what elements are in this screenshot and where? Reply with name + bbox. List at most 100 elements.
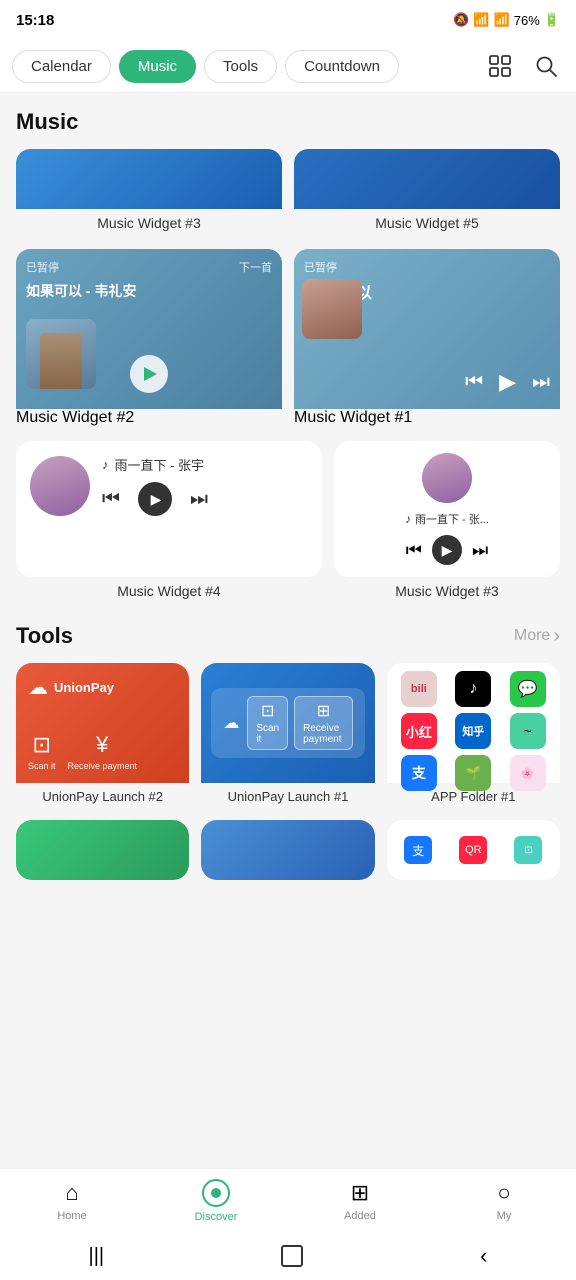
music-widget-3-top[interactable]: Music Widget #3 [16,149,282,235]
widget2-label: Music Widget #2 [16,409,282,427]
music-note-icon-w3: ♪ [405,512,411,526]
app-xiaohongshu: 小红 [401,713,437,749]
unionpay-launch-2[interactable]: ☁ UnionPay ⊡ Scan it ¥ Receive payment U… [16,663,189,808]
unionpay-launch-1[interactable]: ☁ ⊡ Scan it ⊞ Receive payment UnionPay L… [201,663,374,808]
app-unknown1: ~ [510,713,546,749]
widget4-avatar [30,456,90,516]
play-icon-w4: ▶ [151,491,162,508]
battery-text: 76% [514,13,540,28]
partial-green-bg [16,820,189,880]
scan-icon: ⊡ [33,732,51,758]
recent-apps-button[interactable]: ||| [89,1245,105,1268]
app-folder-1[interactable]: bili ♪ 💬 小红 知乎 ~ 支 🌱 🌸 APP Folder #1 [387,663,560,808]
partial-tool-2[interactable] [201,820,374,880]
music-widget-5-top[interactable]: Music Widget #5 [294,149,560,235]
widget4-prev-button[interactable]: ⏮ [102,488,120,511]
home-button[interactable] [281,1245,303,1267]
widget4-inner: ♪ 雨一直下 - 张宇 ⏮ ▶ ⏭ [30,455,308,516]
partial-app-3: ⊡ [514,836,542,864]
my-label: My [497,1210,512,1222]
unionpay1-inner: ☁ ⊡ Scan it ⊞ Receive payment [211,688,364,758]
tab-tools[interactable]: Tools [204,50,277,83]
nav-discover[interactable]: Discover [144,1169,288,1232]
system-nav-bar: ||| ‹ [0,1232,576,1280]
widget4-next-button[interactable]: ⏭ [190,488,208,511]
my-icon: ○ [497,1180,510,1206]
tab-music[interactable]: Music [119,50,196,83]
status-time: 15:18 [16,12,54,29]
music-widget-4-wrap[interactable]: ♪ 雨一直下 - 张宇 ⏮ ▶ ⏭ Music Widget #4 [16,441,322,599]
widget2-play-button[interactable] [130,355,168,393]
unionpay2-logo: ☁ UnionPay [28,675,177,700]
chevron-right-icon: › [553,625,560,648]
unionpay2-bg: ☁ UnionPay ⊡ Scan it ¥ Receive payment [16,663,189,783]
status-icons: 🔕 📶 📶 76% 🔋 [453,12,560,28]
widget3s-controls: ⏮ ▶ ⏭ [346,535,548,565]
widget3s-next-button[interactable]: ⏭ [472,540,488,561]
unionpay1-logo-icon: ☁ [223,713,239,733]
home-icon: ⌂ [65,1180,78,1206]
widget1-play-button[interactable]: ▶ [499,369,516,395]
back-button[interactable]: ‹ [480,1243,487,1269]
tools-partial-row: 支 QR ⊡ [16,820,560,880]
music-top-widgets: Music Widget #3 Music Widget #5 [16,149,560,235]
music-note-icon: ♪ [102,457,109,472]
music-widget-3-wrap[interactable]: ♪ 雨一直下 - 张... ⏮ ▶ ⏭ Music Widget #3 [334,441,560,599]
app-tiktok: ♪ [455,671,491,707]
music-widget-2[interactable]: 已暂停 下一首 如果可以 - 韦礼安 Music Widget #2 [16,249,282,427]
unionpay2-brand: UnionPay [54,680,114,695]
widget3-top-label: Music Widget #3 [16,209,282,235]
music-widget-4: ♪ 雨一直下 - 张宇 ⏮ ▶ ⏭ [16,441,322,577]
unionpay1-btns: ⊡ Scan it ⊞ Receive payment [247,696,352,750]
app-zhihu: 知乎 [455,713,491,749]
mute-icon: 🔕 [453,12,469,28]
widget5-top-label: Music Widget #5 [294,209,560,235]
widget4-info: ♪ 雨一直下 - 张宇 ⏮ ▶ ⏭ [102,455,308,516]
nav-tabs: Calendar Music Tools Countdown [0,40,576,93]
nav-home[interactable]: ⌂ Home [0,1169,144,1232]
signal-icon: 📶 [494,12,510,28]
receive-icon: ¥ [96,732,108,758]
widget4-song: ♪ 雨一直下 - 张宇 [102,455,308,474]
receive-block: ¥ Receive payment [68,732,138,771]
unionpay2-actions: ⊡ Scan it ¥ Receive payment [28,732,177,771]
music-widget-1[interactable]: 已暂停 如果可以 韦礼安 ⏮ ▶ ⏭ [294,249,560,427]
app-unknown3: 🌸 [510,755,546,791]
nav-my[interactable]: ○ My [432,1169,576,1232]
tab-calendar[interactable]: Calendar [12,50,111,83]
tools-more-button[interactable]: More › [514,625,560,648]
discover-label: Discover [195,1211,238,1223]
grid-view-button[interactable] [482,48,518,84]
music-section-header: Music [16,109,560,135]
partial-tool-1[interactable] [16,820,189,880]
nav-added[interactable]: ⊞ Added [288,1169,432,1232]
receive-icon-btn: ⊞ [317,701,330,721]
tab-countdown[interactable]: Countdown [285,50,399,83]
cloud-icon: ☁ [28,675,48,700]
home-label: Home [57,1210,86,1222]
battery-icon: 🔋 [544,12,560,28]
widget4-play-button[interactable]: ▶ [138,482,172,516]
tools-section-header: Tools More › [16,623,560,649]
scanit-block: ⊡ Scan it [28,732,56,771]
avatar-image-w4 [30,456,90,516]
scan-icon-btn: ⊡ [261,701,274,721]
widget3s-prev-button[interactable]: ⏮ [406,540,422,561]
partial-blue-bg [201,820,374,880]
music-mid-widgets: 已暂停 下一首 如果可以 - 韦礼安 Music Widget #2 [16,249,560,427]
widget3s-play-button[interactable]: ▶ [432,535,462,565]
partial-tool-3[interactable]: 支 QR ⊡ [387,820,560,880]
scanit-btn: ⊡ Scan it [247,696,288,750]
widget2-status: 已暂停 [26,259,59,275]
more-label: More [514,627,550,645]
search-button[interactable] [528,48,564,84]
bottom-nav: ⌂ Home Discover ⊞ Added ○ My [0,1168,576,1232]
widget1-next-icon[interactable]: ⏭ [532,371,550,394]
widget2-next: 下一首 [239,259,272,275]
widget1-prev-icon[interactable]: ⏮ [465,371,483,394]
widget3s-avatar [422,453,472,503]
unionpay2-label: UnionPay Launch #2 [16,783,189,808]
play-icon-w3s: ▶ [442,542,453,559]
music-bottom-widgets: ♪ 雨一直下 - 张宇 ⏮ ▶ ⏭ Music Widget #4 [16,441,560,599]
widget2-song: 如果可以 - 韦礼安 [26,281,272,301]
